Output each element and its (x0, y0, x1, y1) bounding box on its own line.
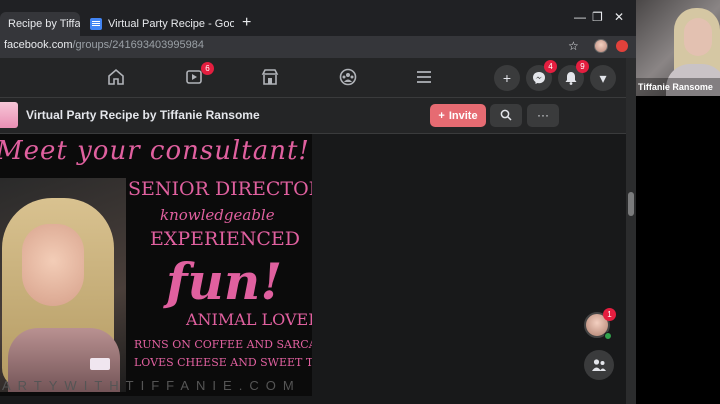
online-status-dot (604, 332, 612, 340)
photo-face (22, 224, 84, 306)
google-docs-icon (90, 18, 102, 30)
scrollbar-thumb[interactable] (628, 192, 634, 216)
consultant-photo (0, 178, 126, 392)
account-chevron-icon[interactable]: ▾ (590, 65, 616, 91)
create-button[interactable]: + (494, 65, 520, 91)
poster-line-coffee: Runs on coffee and sarcasm (134, 338, 312, 351)
new-tab-button[interactable]: + (242, 14, 251, 32)
messenger-icon[interactable]: 4 (526, 60, 557, 91)
invite-label: Invite (448, 109, 478, 122)
address-bar[interactable]: facebook.com/groups/241693403995984 ☆ (0, 36, 636, 58)
group-title[interactable]: Virtual Party Recipe by Tiffanie Ransome (26, 108, 260, 122)
poster-heading: Meet your consultant! (0, 136, 310, 166)
watch-badge: 6 (201, 62, 214, 75)
url-path: /groups/241693403995984 (72, 39, 204, 51)
url-host: facebook.com (4, 39, 73, 51)
more-options-button[interactable]: ··· (527, 104, 559, 127)
people-icon (592, 359, 606, 371)
group-feed: Meet your consultant! Senior Director kn… (0, 134, 626, 404)
poster-line-animal-lover: Animal Lover (186, 310, 312, 329)
poster-line-cheese: Loves cheese and sweet tea (134, 356, 312, 369)
marketplace-icon[interactable] (258, 68, 282, 91)
facebook-header: 6 + 4 9 ▾ (0, 58, 626, 98)
screen: Recipe by Tiffani ✕ Virtual Party Recipe… (0, 0, 720, 404)
notifications-badge: 9 (576, 60, 589, 73)
menu-icon[interactable] (412, 68, 436, 91)
search-button[interactable] (490, 104, 522, 127)
new-group-chat-button[interactable] (584, 350, 614, 380)
close-window-icon[interactable]: ✕ (614, 10, 624, 24)
name-badge (90, 358, 110, 370)
group-thumbnail[interactable] (0, 102, 18, 128)
url-text[interactable]: facebook.com/groups/241693403995984 (4, 39, 204, 51)
plus-icon: + (438, 109, 445, 122)
bookmark-star-icon[interactable]: ☆ (568, 39, 579, 53)
poster-line-fun: fun! (166, 252, 283, 311)
profile-avatar[interactable] (594, 39, 608, 53)
poster-line-senior-director: Senior Director (128, 178, 312, 200)
groups-icon[interactable] (336, 68, 360, 91)
webcam-name-label: Tiffanie Ransome (636, 78, 720, 96)
poster-line-knowledgeable: knowledgeable (160, 206, 275, 224)
chat-badge: 1 (603, 308, 616, 321)
poster-website: ARTYWITHTIFFANIE.COM (2, 378, 301, 393)
invite-button[interactable]: + Invite (430, 104, 486, 127)
minimize-icon[interactable]: — (574, 10, 586, 24)
page-scrollbar[interactable] (626, 58, 636, 404)
tab-title: Recipe by Tiffani (8, 18, 80, 30)
search-icon (500, 109, 512, 121)
extension-icon[interactable] (616, 40, 628, 52)
consultant-poster-image[interactable]: Meet your consultant! Senior Director kn… (0, 134, 312, 396)
tab-title: Virtual Party Recipe - Google Do (108, 18, 234, 30)
browser-tab-strip: Recipe by Tiffani ✕ Virtual Party Recipe… (0, 0, 636, 36)
tab-group[interactable]: Recipe by Tiffani ✕ (0, 12, 80, 36)
webcam-face (684, 18, 712, 56)
group-header: Virtual Party Recipe by Tiffanie Ransome… (0, 98, 626, 134)
home-icon[interactable] (104, 68, 128, 91)
restore-icon[interactable]: ❐ (592, 10, 603, 24)
messenger-badge: 4 (544, 60, 557, 73)
watch-icon[interactable]: 6 (182, 62, 214, 91)
tab-google-doc[interactable]: Virtual Party Recipe - Google Do ✕ (82, 12, 234, 36)
poster-line-experienced: Experienced (150, 228, 300, 250)
notifications-bell-icon[interactable]: 9 (558, 60, 589, 91)
